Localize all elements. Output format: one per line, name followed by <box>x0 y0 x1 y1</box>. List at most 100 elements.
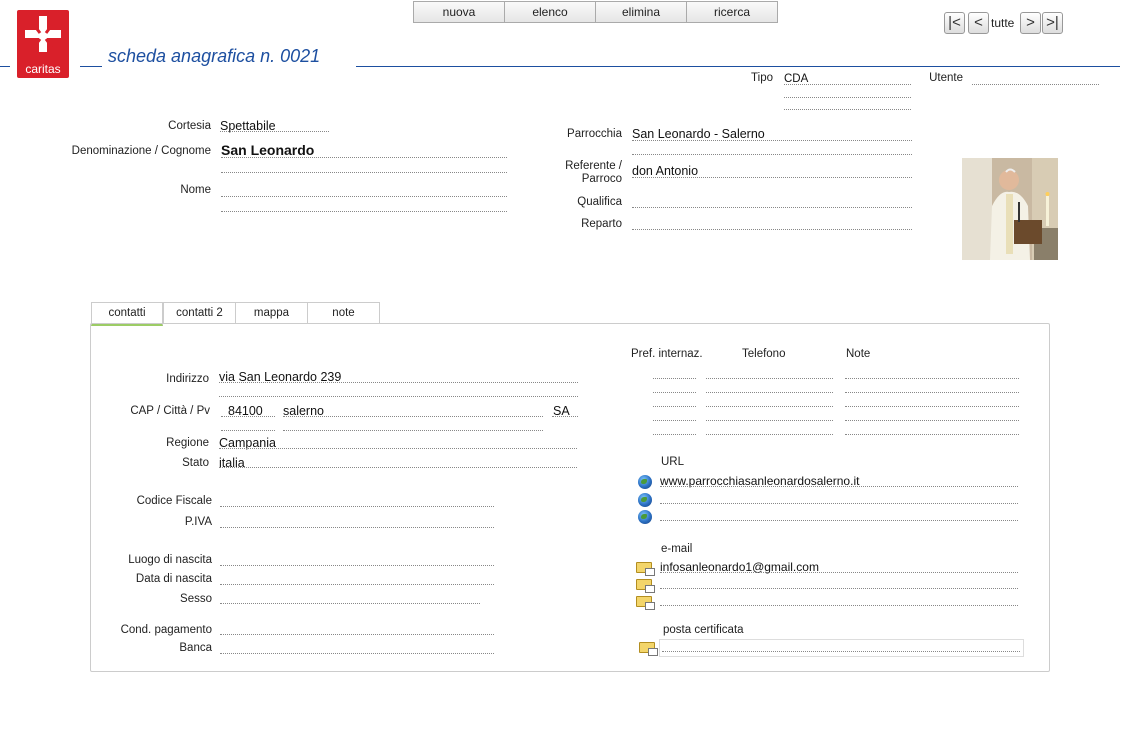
tipo-field-line-2 <box>784 97 911 98</box>
telefono-field-1[interactable] <box>706 378 833 379</box>
pec-field-line <box>662 651 1020 652</box>
nome-field[interactable] <box>221 196 507 197</box>
note-field-5[interactable] <box>845 434 1019 435</box>
email-field-3[interactable] <box>660 605 1018 606</box>
parrocchia-label: Parrocchia <box>567 128 622 140</box>
reparto-field[interactable] <box>632 229 912 230</box>
codice-fiscale-label: Codice Fiscale <box>136 495 212 507</box>
luogo-nascita-field[interactable] <box>220 565 494 566</box>
pref-field-2[interactable] <box>653 392 696 393</box>
globe-icon[interactable] <box>638 493 652 507</box>
tipo-field-line <box>784 84 911 85</box>
denominazione-value[interactable]: San Leonardo <box>221 143 314 157</box>
regione-field-line <box>219 448 577 449</box>
mail-icon[interactable] <box>636 562 655 576</box>
parrocchia-field-line <box>632 140 912 141</box>
stato-label: Stato <box>182 457 209 469</box>
note-field-2[interactable] <box>845 392 1019 393</box>
reparto-label: Reparto <box>581 218 622 230</box>
all-records-label[interactable]: tutte <box>991 16 1014 30</box>
mail-icon[interactable] <box>636 579 655 593</box>
referente-value[interactable]: don Antonio <box>632 164 698 178</box>
pref-header: Pref. internaz. <box>631 348 703 360</box>
piva-label: P.IVA <box>184 516 212 528</box>
url-field-3[interactable] <box>660 520 1018 521</box>
note-field-4[interactable] <box>845 420 1019 421</box>
mail-icon[interactable] <box>639 642 658 656</box>
url-field-2[interactable] <box>660 503 1018 504</box>
cortesia-field-line <box>220 131 329 132</box>
tab-note[interactable]: note <box>307 302 380 324</box>
denominazione-label: Denominazione / Cognome <box>71 145 211 157</box>
sesso-field[interactable] <box>220 603 480 604</box>
main-toolbar: nuova elenco elimina ricerca <box>413 1 778 23</box>
nome-field-line-2 <box>221 211 507 212</box>
telefono-field-4[interactable] <box>706 420 833 421</box>
cap-field-line-2 <box>221 430 275 431</box>
elenco-button[interactable]: elenco <box>505 2 596 22</box>
piva-field[interactable] <box>220 527 494 528</box>
pref-field-5[interactable] <box>653 434 696 435</box>
last-record-button[interactable]: >| <box>1042 12 1063 34</box>
pref-field-1[interactable] <box>653 378 696 379</box>
email-label: e-mail <box>661 543 693 555</box>
next-record-button[interactable]: > <box>1020 12 1041 34</box>
referente-label-line-1: Referente / <box>565 160 622 172</box>
mail-icon[interactable] <box>636 596 655 610</box>
globe-icon[interactable] <box>638 510 652 524</box>
pec-field[interactable] <box>659 639 1024 657</box>
referente-label: Referente / Parroco <box>520 160 622 186</box>
stato-field-line <box>219 467 577 468</box>
cond-pagamento-label: Cond. pagamento <box>120 624 212 636</box>
pref-field-4[interactable] <box>653 420 696 421</box>
indirizzo-field-line <box>219 382 578 383</box>
tipo-label: Tipo <box>751 72 773 84</box>
tipo-field-line-3 <box>784 109 911 110</box>
title-rule-left <box>0 66 10 67</box>
pref-field-3[interactable] <box>653 406 696 407</box>
luogo-nascita-label: Luogo di nascita <box>128 554 212 566</box>
utente-field[interactable] <box>972 84 1099 85</box>
parrocchia-value[interactable]: San Leonardo - Salerno <box>632 127 765 141</box>
note-field-3[interactable] <box>845 406 1019 407</box>
email-field-line-1 <box>660 572 1018 573</box>
cond-pagamento-field[interactable] <box>220 634 494 635</box>
url-label: URL <box>661 456 685 468</box>
telefono-field-5[interactable] <box>706 434 833 435</box>
priest-photo-image <box>962 158 1058 260</box>
ricerca-button[interactable]: ricerca <box>687 2 777 22</box>
referente-field-line <box>632 177 912 178</box>
parrocchia-field-line-2 <box>632 154 912 155</box>
codice-fiscale-field[interactable] <box>220 506 494 507</box>
cap-label: CAP / Città / Pv <box>130 405 210 417</box>
denominazione-field-line-2 <box>221 172 507 173</box>
tab-contatti-2[interactable]: contatti 2 <box>163 302 236 324</box>
pv-field-line <box>552 416 578 417</box>
cross-icon <box>25 16 61 52</box>
indirizzo-field-line-2 <box>219 396 578 397</box>
note-field-1[interactable] <box>845 378 1019 379</box>
denominazione-field-line <box>221 157 507 158</box>
caritas-logo: caritas <box>17 10 69 78</box>
prev-record-button[interactable]: < <box>968 12 989 34</box>
nuova-button[interactable]: nuova <box>414 2 505 22</box>
first-record-button[interactable]: |< <box>944 12 965 34</box>
sesso-label: Sesso <box>180 593 212 605</box>
globe-icon[interactable] <box>638 475 652 489</box>
nome-label: Nome <box>180 184 211 196</box>
tab-mappa[interactable]: mappa <box>235 302 308 324</box>
qualifica-label: Qualifica <box>577 196 622 208</box>
elimina-button[interactable]: elimina <box>596 2 687 22</box>
profile-photo <box>962 158 1058 260</box>
url-field-line-1 <box>660 486 1018 487</box>
cortesia-label: Cortesia <box>168 120 211 132</box>
banca-field[interactable] <box>220 653 494 654</box>
qualifica-field[interactable] <box>632 207 912 208</box>
referente-label-line-2: Parroco <box>581 173 622 185</box>
data-nascita-field[interactable] <box>220 584 494 585</box>
telefono-field-3[interactable] <box>706 406 833 407</box>
utente-label: Utente <box>929 72 963 84</box>
page-title: scheda anagrafica n. 0021 <box>108 46 321 66</box>
telefono-field-2[interactable] <box>706 392 833 393</box>
email-field-2[interactable] <box>660 588 1018 589</box>
